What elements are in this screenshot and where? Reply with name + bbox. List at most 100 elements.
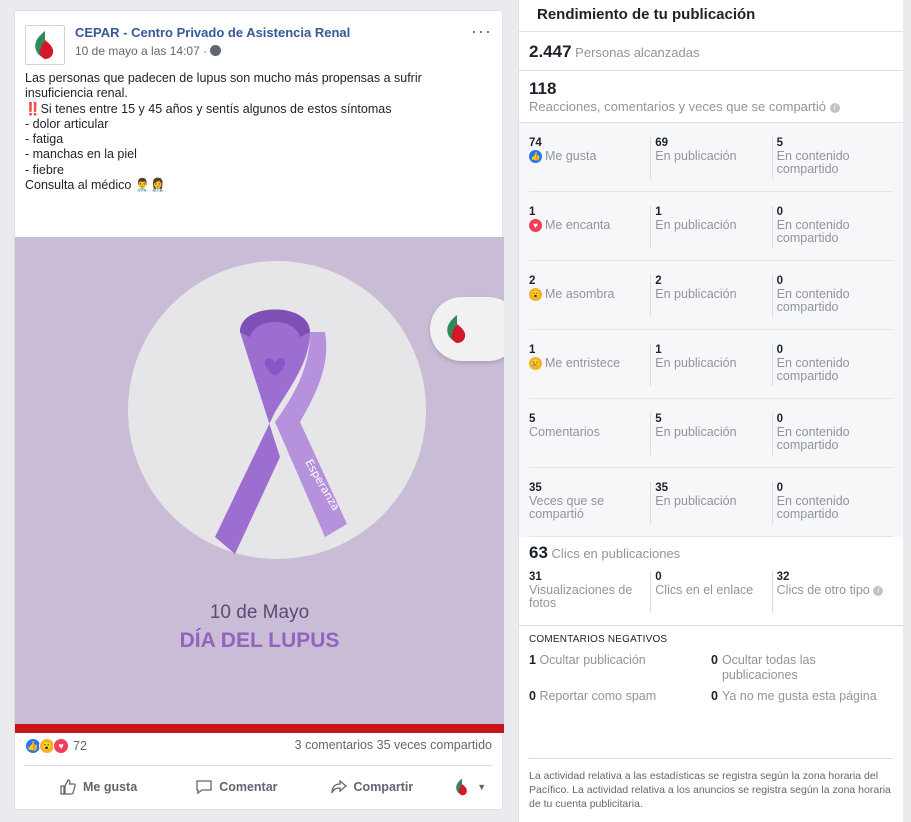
reactions-summary: 👍 😮 ♥ 72 3 comentarios 35 veces comparti… xyxy=(25,738,492,758)
negative-feedback-grid: 1 Ocultar publicación 0 Ocultar todas las… xyxy=(519,645,903,704)
like-button[interactable]: Me gusta xyxy=(59,778,137,796)
post-cell: 1 En publicación xyxy=(650,344,771,386)
reach-label: Personas alcanzadas xyxy=(575,45,700,60)
cepar-logo-icon xyxy=(447,315,466,343)
link-label: Clics en el enlace xyxy=(655,583,754,597)
negative-feedback-title: COMENTARIOS NEGATIVOS xyxy=(519,625,903,645)
like-icon: 👍 xyxy=(529,150,542,163)
post-text: Las personas que padecen de lupus son mu… xyxy=(25,71,492,193)
love-icon: ♥ xyxy=(529,219,542,232)
post-cell: 69 En publicación xyxy=(650,137,771,179)
reaction-icons[interactable]: 👍 😮 ♥ 72 xyxy=(25,738,87,754)
comments-cell: 5 Comentarios xyxy=(529,413,650,467)
post-cell: 35 En publicación xyxy=(650,482,771,524)
post-cell: 1 En publicación xyxy=(650,206,771,248)
breakdown-row: 35 Veces que se compartió 35 En publicació… xyxy=(529,468,893,537)
photo-views-cell: 31 Visualizaciones de fotos xyxy=(529,571,650,619)
clicks-stat: 63 Clics en publicaciones 31 Visualizacio… xyxy=(519,537,903,619)
chevron-down-icon: ▼ xyxy=(477,782,487,792)
timestamp-text: 10 de mayo a las 14:07 · xyxy=(75,44,211,58)
unlike-stat: 0 Ya no me gusta esta página xyxy=(711,689,891,704)
engagement-stat: 118 Reacciones, comentarios y veces que … xyxy=(519,71,903,123)
photo-label: Visualizaciones de fotos xyxy=(529,583,633,610)
more-options-button[interactable]: ··· xyxy=(471,21,492,42)
post-label: En publicación xyxy=(655,149,737,163)
insights-panel: Rendimiento de tu publicación 2.447 Pers… xyxy=(518,0,903,822)
post-body: Las personas que padecen de lupus son mu… xyxy=(25,71,422,193)
link-clicks-cell: 0 Clics en el enlace xyxy=(650,571,771,613)
shared-cell: 0 En contenido compartido xyxy=(771,482,893,524)
page-avatar[interactable] xyxy=(25,25,65,65)
clicks-value: 63 xyxy=(529,543,548,562)
cepar-logo-icon xyxy=(35,31,54,59)
post-as-selector[interactable]: ▼ xyxy=(453,778,486,796)
post-label: En publicación xyxy=(655,425,737,439)
spam-value: 0 xyxy=(529,689,536,703)
post-actions: Me gusta Comentar Compartir ▼ xyxy=(25,769,492,805)
share-label: Compartir xyxy=(353,780,414,794)
hide-all-value: 0 xyxy=(711,653,718,667)
image-day-text: DÍA DEL LUPUS xyxy=(179,629,340,652)
reaction-cell: 1 😢 Me entristece xyxy=(529,344,650,398)
lupus-ribbon-icon: Esperanza xyxy=(215,309,347,554)
breakdown-row: 1 ♥ Me encanta 1 En publicación 0 En conteni… xyxy=(529,192,893,261)
row-label: Me encanta xyxy=(545,218,611,232)
comments-shares-count[interactable]: 3 comentarios 35 veces compartido xyxy=(295,738,492,752)
reach-stat: 2.447 Personas alcanzadas xyxy=(519,32,903,71)
info-icon[interactable]: i xyxy=(829,102,840,113)
shares-cell: 35 Veces que se compartió xyxy=(529,482,650,536)
reaction-cell: 2 😮 Me asombra xyxy=(529,275,650,329)
engagement-breakdown: 74 👍 Me gusta 69 En publicación 5 En conteni… xyxy=(519,123,903,537)
share-icon xyxy=(330,779,347,794)
info-icon[interactable]: i xyxy=(873,585,884,596)
love-icon: ♥ xyxy=(53,738,69,754)
hide-post-stat: 1 Ocultar publicación xyxy=(529,653,711,683)
page-name-link[interactable]: CEPAR - Centro Privado de Asistencia Ren… xyxy=(75,25,350,40)
hide-post-label: Ocultar publicación xyxy=(539,653,646,667)
reaction-count[interactable]: 72 xyxy=(73,739,87,753)
reach-value: 2.447 xyxy=(529,42,572,61)
post-cell: 5 En publicación xyxy=(650,413,771,455)
post-label: En publicación xyxy=(655,218,737,232)
post-cell: 2 En publicación xyxy=(650,275,771,317)
red-bar xyxy=(15,724,504,733)
comment-icon xyxy=(196,780,212,795)
share-button[interactable]: Compartir xyxy=(330,778,414,796)
clicks-breakdown: 31 Visualizaciones de fotos 0 Clics en el … xyxy=(529,571,893,619)
engagement-value: 118 xyxy=(529,79,557,98)
spam-stat: 0 Reportar como spam xyxy=(529,689,711,704)
clicks-label: Clics en publicaciones xyxy=(551,546,681,561)
shared-cell: 0 En contenido compartido xyxy=(771,275,893,317)
shared-cell: 5 En contenido compartido xyxy=(771,137,893,179)
reaction-cell: 1 ♥ Me encanta xyxy=(529,206,650,260)
shared-label: En contenido compartido xyxy=(776,149,850,176)
row-label: Me asombra xyxy=(545,287,615,301)
breakdown-row: 5 Comentarios 5 En publicación 0 En conteni… xyxy=(529,399,893,468)
hide-all-stat: 0 Ocultar todas las publicaciones xyxy=(711,653,891,683)
like-label: Me gusta xyxy=(83,780,138,794)
panel-title: Rendimiento de tu publicación xyxy=(519,0,903,32)
breakdown-row: 2 😮 Me asombra 2 En publicación 0 En conteni… xyxy=(529,261,893,330)
hide-all-label: Ocultar todas las publicaciones xyxy=(721,653,816,682)
post-label: En publicación xyxy=(655,494,737,508)
row-label: Me gusta xyxy=(545,149,597,163)
spam-label: Reportar como spam xyxy=(539,689,657,703)
sad-icon: 😢 xyxy=(529,357,542,370)
image-date-text: 10 de Mayo xyxy=(209,602,310,623)
shared-label: En contenido compartido xyxy=(776,494,850,521)
other-label: Clics de otro tipo xyxy=(776,583,870,597)
comment-button[interactable]: Comentar xyxy=(195,778,278,796)
post-timestamp[interactable]: 10 de mayo a las 14:07 · xyxy=(75,44,222,58)
timezone-footnote: La actividad relativa a las estadísticas… xyxy=(529,758,893,811)
post-image[interactable]: Esperanza 10 de Mayo DÍA DEL LUPUS xyxy=(15,237,504,724)
shared-cell: 0 En contenido compartido xyxy=(771,413,893,455)
shared-cell: 0 En contenido compartido xyxy=(771,206,893,248)
shared-label: En contenido compartido xyxy=(776,356,850,383)
row-label: Veces que se compartió xyxy=(529,494,605,521)
shared-label: En contenido compartido xyxy=(776,425,850,452)
shared-label: En contenido compartido xyxy=(776,287,850,314)
breakdown-row: 74 👍 Me gusta 69 En publicación 5 En conteni… xyxy=(529,123,893,192)
shared-label: En contenido compartido xyxy=(776,218,850,245)
reaction-cell: 74 👍 Me gusta xyxy=(529,137,650,191)
engagement-label: Reacciones, comentarios y veces que se c… xyxy=(529,99,826,114)
